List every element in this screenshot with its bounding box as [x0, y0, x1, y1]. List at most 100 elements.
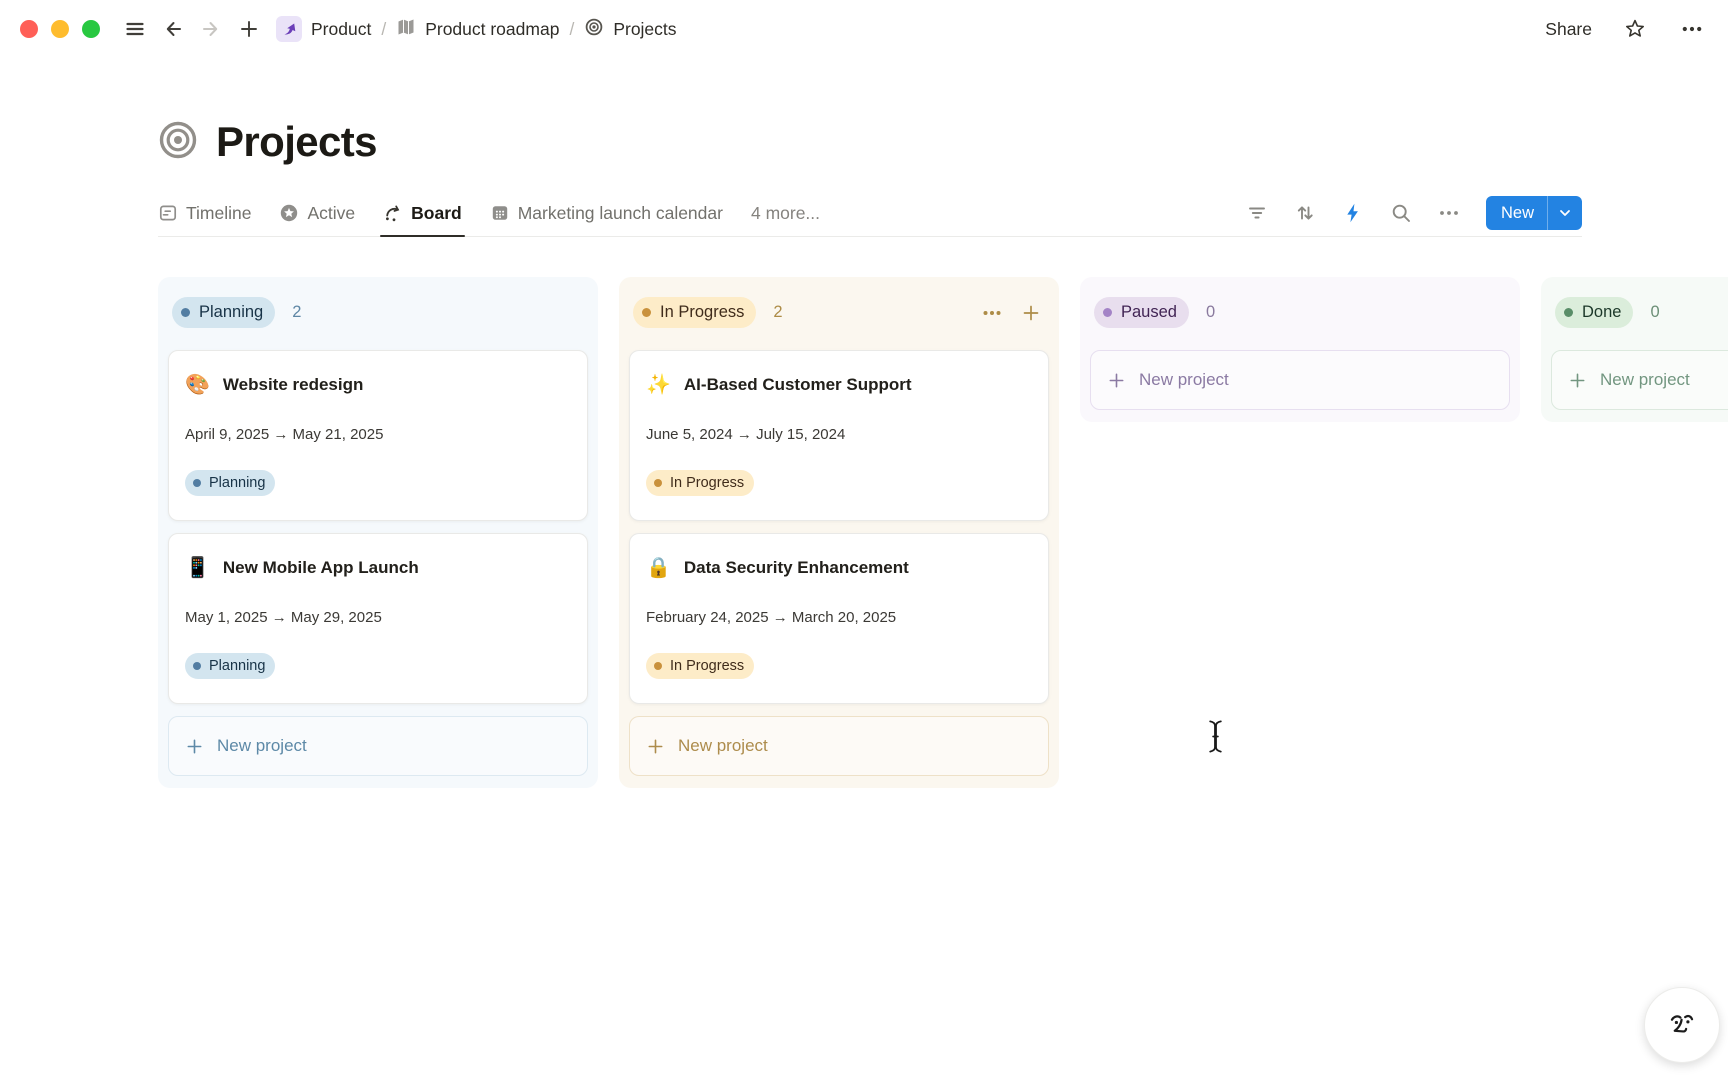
column-status-label: Planning — [199, 303, 263, 322]
new-button-group: New — [1486, 196, 1582, 230]
column-status-pill[interactable]: Paused — [1094, 297, 1189, 328]
column-actions — [981, 302, 1041, 324]
tab-marketing-launch-calendar[interactable]: Marketing launch calendar — [490, 190, 723, 236]
favorite-star-icon[interactable] — [1621, 15, 1649, 43]
tab-timeline[interactable]: Timeline — [158, 190, 251, 236]
card-status-pill: In Progress — [646, 470, 754, 496]
search-icon[interactable] — [1389, 201, 1413, 225]
new-project-label: New project — [678, 736, 768, 756]
column-add-icon[interactable] — [1021, 303, 1041, 323]
status-dot-icon — [193, 479, 201, 487]
filter-icon[interactable] — [1245, 201, 1269, 225]
card-title: Website redesign — [223, 372, 363, 398]
card-date-range: May 1, 2025 → May 29, 2025 — [185, 608, 571, 628]
page-header: Projects — [158, 118, 1728, 166]
new-project-button[interactable]: New project — [168, 716, 588, 776]
column-status-label: Paused — [1121, 303, 1177, 322]
card-status-pill: In Progress — [646, 653, 754, 679]
tab-label: Timeline — [186, 203, 251, 224]
column-status-pill[interactable]: Done — [1555, 297, 1633, 328]
column-header: In Progress 2 — [629, 297, 1049, 328]
card-status-label: Planning — [209, 658, 265, 674]
sidebar-menu-icon[interactable] — [121, 15, 149, 43]
calendar-icon — [490, 203, 510, 223]
view-options-icon[interactable] — [1437, 201, 1461, 225]
column-status-pill[interactable]: In Progress — [633, 297, 756, 328]
status-dot-icon — [1564, 308, 1573, 317]
card-status-label: In Progress — [670, 658, 744, 674]
new-project-label: New project — [217, 736, 307, 756]
timeline-view-icon — [158, 203, 178, 223]
new-project-button[interactable]: New project — [1551, 350, 1728, 410]
status-dot-icon — [642, 308, 651, 317]
ai-assistant-button[interactable] — [1644, 987, 1720, 1063]
status-dot-icon — [193, 662, 201, 670]
window-titlebar: Product / Product roadmap / Projects Sha… — [0, 0, 1728, 58]
new-button-chevron-icon[interactable] — [1547, 196, 1582, 230]
board-column-done: Done 0 New project — [1541, 277, 1728, 422]
tab-label: Active — [307, 203, 355, 224]
new-project-button[interactable]: New project — [1090, 350, 1510, 410]
view-tabs-bar: Timeline Active Board Marketing launch c… — [158, 190, 1582, 237]
zoom-window-button[interactable] — [82, 20, 100, 38]
card-date-range: June 5, 2024 → July 15, 2024 — [646, 425, 1032, 445]
new-page-plus-icon[interactable] — [235, 15, 263, 43]
card-date-range: April 9, 2025 → May 21, 2025 — [185, 425, 571, 445]
project-card-website-redesign[interactable]: 🎨 Website redesign April 9, 2025 → May 21,… — [168, 350, 588, 521]
tab-more-views[interactable]: 4 more... — [751, 190, 820, 236]
plus-icon — [1568, 371, 1587, 390]
breadcrumb-item-projects[interactable]: Projects — [584, 17, 676, 42]
column-header: Done 0 — [1551, 297, 1728, 328]
project-card-ai-based-customer-support[interactable]: ✨AI-Based Customer SupportJune 5, 2024 →… — [629, 350, 1049, 521]
column-status-label: In Progress — [660, 303, 744, 322]
card-emoji-icon: 🎨 — [185, 372, 210, 398]
sort-icon[interactable] — [1293, 201, 1317, 225]
map-icon — [396, 17, 416, 42]
card-status-pill: Planning — [185, 653, 275, 679]
new-project-button[interactable]: New project — [629, 716, 1049, 776]
breadcrumb: Product / Product roadmap / Projects — [276, 16, 677, 42]
column-header: Paused 0 — [1090, 297, 1510, 328]
close-window-button[interactable] — [20, 20, 38, 38]
board-column-planning: Planning 2 🎨 Website redesign April 9, 2025 … — [158, 277, 598, 788]
back-arrow-icon[interactable] — [159, 15, 187, 43]
card-title-row: 🎨 Website redesign — [185, 372, 571, 398]
column-status-label: Done — [1582, 303, 1621, 322]
page-target-icon — [158, 120, 198, 165]
forward-arrow-icon[interactable] — [197, 15, 225, 43]
more-options-icon[interactable] — [1678, 15, 1706, 43]
board-view-icon — [383, 203, 403, 223]
share-button[interactable]: Share — [1545, 19, 1592, 40]
plus-icon — [1107, 371, 1126, 390]
board-column-in-progress: In Progress 2 ✨AI-Based Customer SupportJu… — [619, 277, 1059, 788]
column-count: 2 — [773, 303, 782, 322]
project-card-new-mobile-app-launch[interactable]: 📱New Mobile App LaunchMay 1, 2025 → May … — [168, 533, 588, 704]
new-button[interactable]: New — [1486, 196, 1547, 230]
status-dot-icon — [1103, 308, 1112, 317]
breadcrumb-separator: / — [568, 19, 575, 40]
minimize-window-button[interactable] — [51, 20, 69, 38]
column-count: 0 — [1206, 303, 1215, 322]
breadcrumb-label: Projects — [613, 19, 676, 40]
kanban-board: Planning 2 🎨 Website redesign April 9, 2025 … — [0, 277, 1728, 788]
target-icon — [584, 17, 604, 42]
card-title-row: 🔒Data Security Enhancement — [646, 555, 1032, 581]
column-more-icon[interactable] — [981, 302, 1003, 324]
star-circle-icon — [279, 203, 299, 223]
automation-lightning-icon[interactable] — [1341, 201, 1365, 225]
plus-icon — [185, 737, 204, 756]
column-count: 2 — [292, 303, 301, 322]
card-title: New Mobile App Launch — [223, 555, 419, 581]
breadcrumb-item-product[interactable]: Product — [276, 16, 371, 42]
plus-icon — [646, 737, 665, 756]
tab-active[interactable]: Active — [279, 190, 355, 236]
breadcrumb-item-product-roadmap[interactable]: Product roadmap — [396, 17, 559, 42]
breadcrumb-separator: / — [380, 19, 387, 40]
card-emoji-icon: 🔒 — [646, 555, 671, 581]
project-card-data-security-enhancement[interactable]: 🔒Data Security EnhancementFebruary 24, 2… — [629, 533, 1049, 704]
column-count: 0 — [1650, 303, 1659, 322]
card-status-label: In Progress — [670, 475, 744, 491]
new-project-label: New project — [1600, 370, 1690, 390]
column-status-pill[interactable]: Planning — [172, 297, 275, 328]
tab-board[interactable]: Board — [383, 190, 462, 236]
